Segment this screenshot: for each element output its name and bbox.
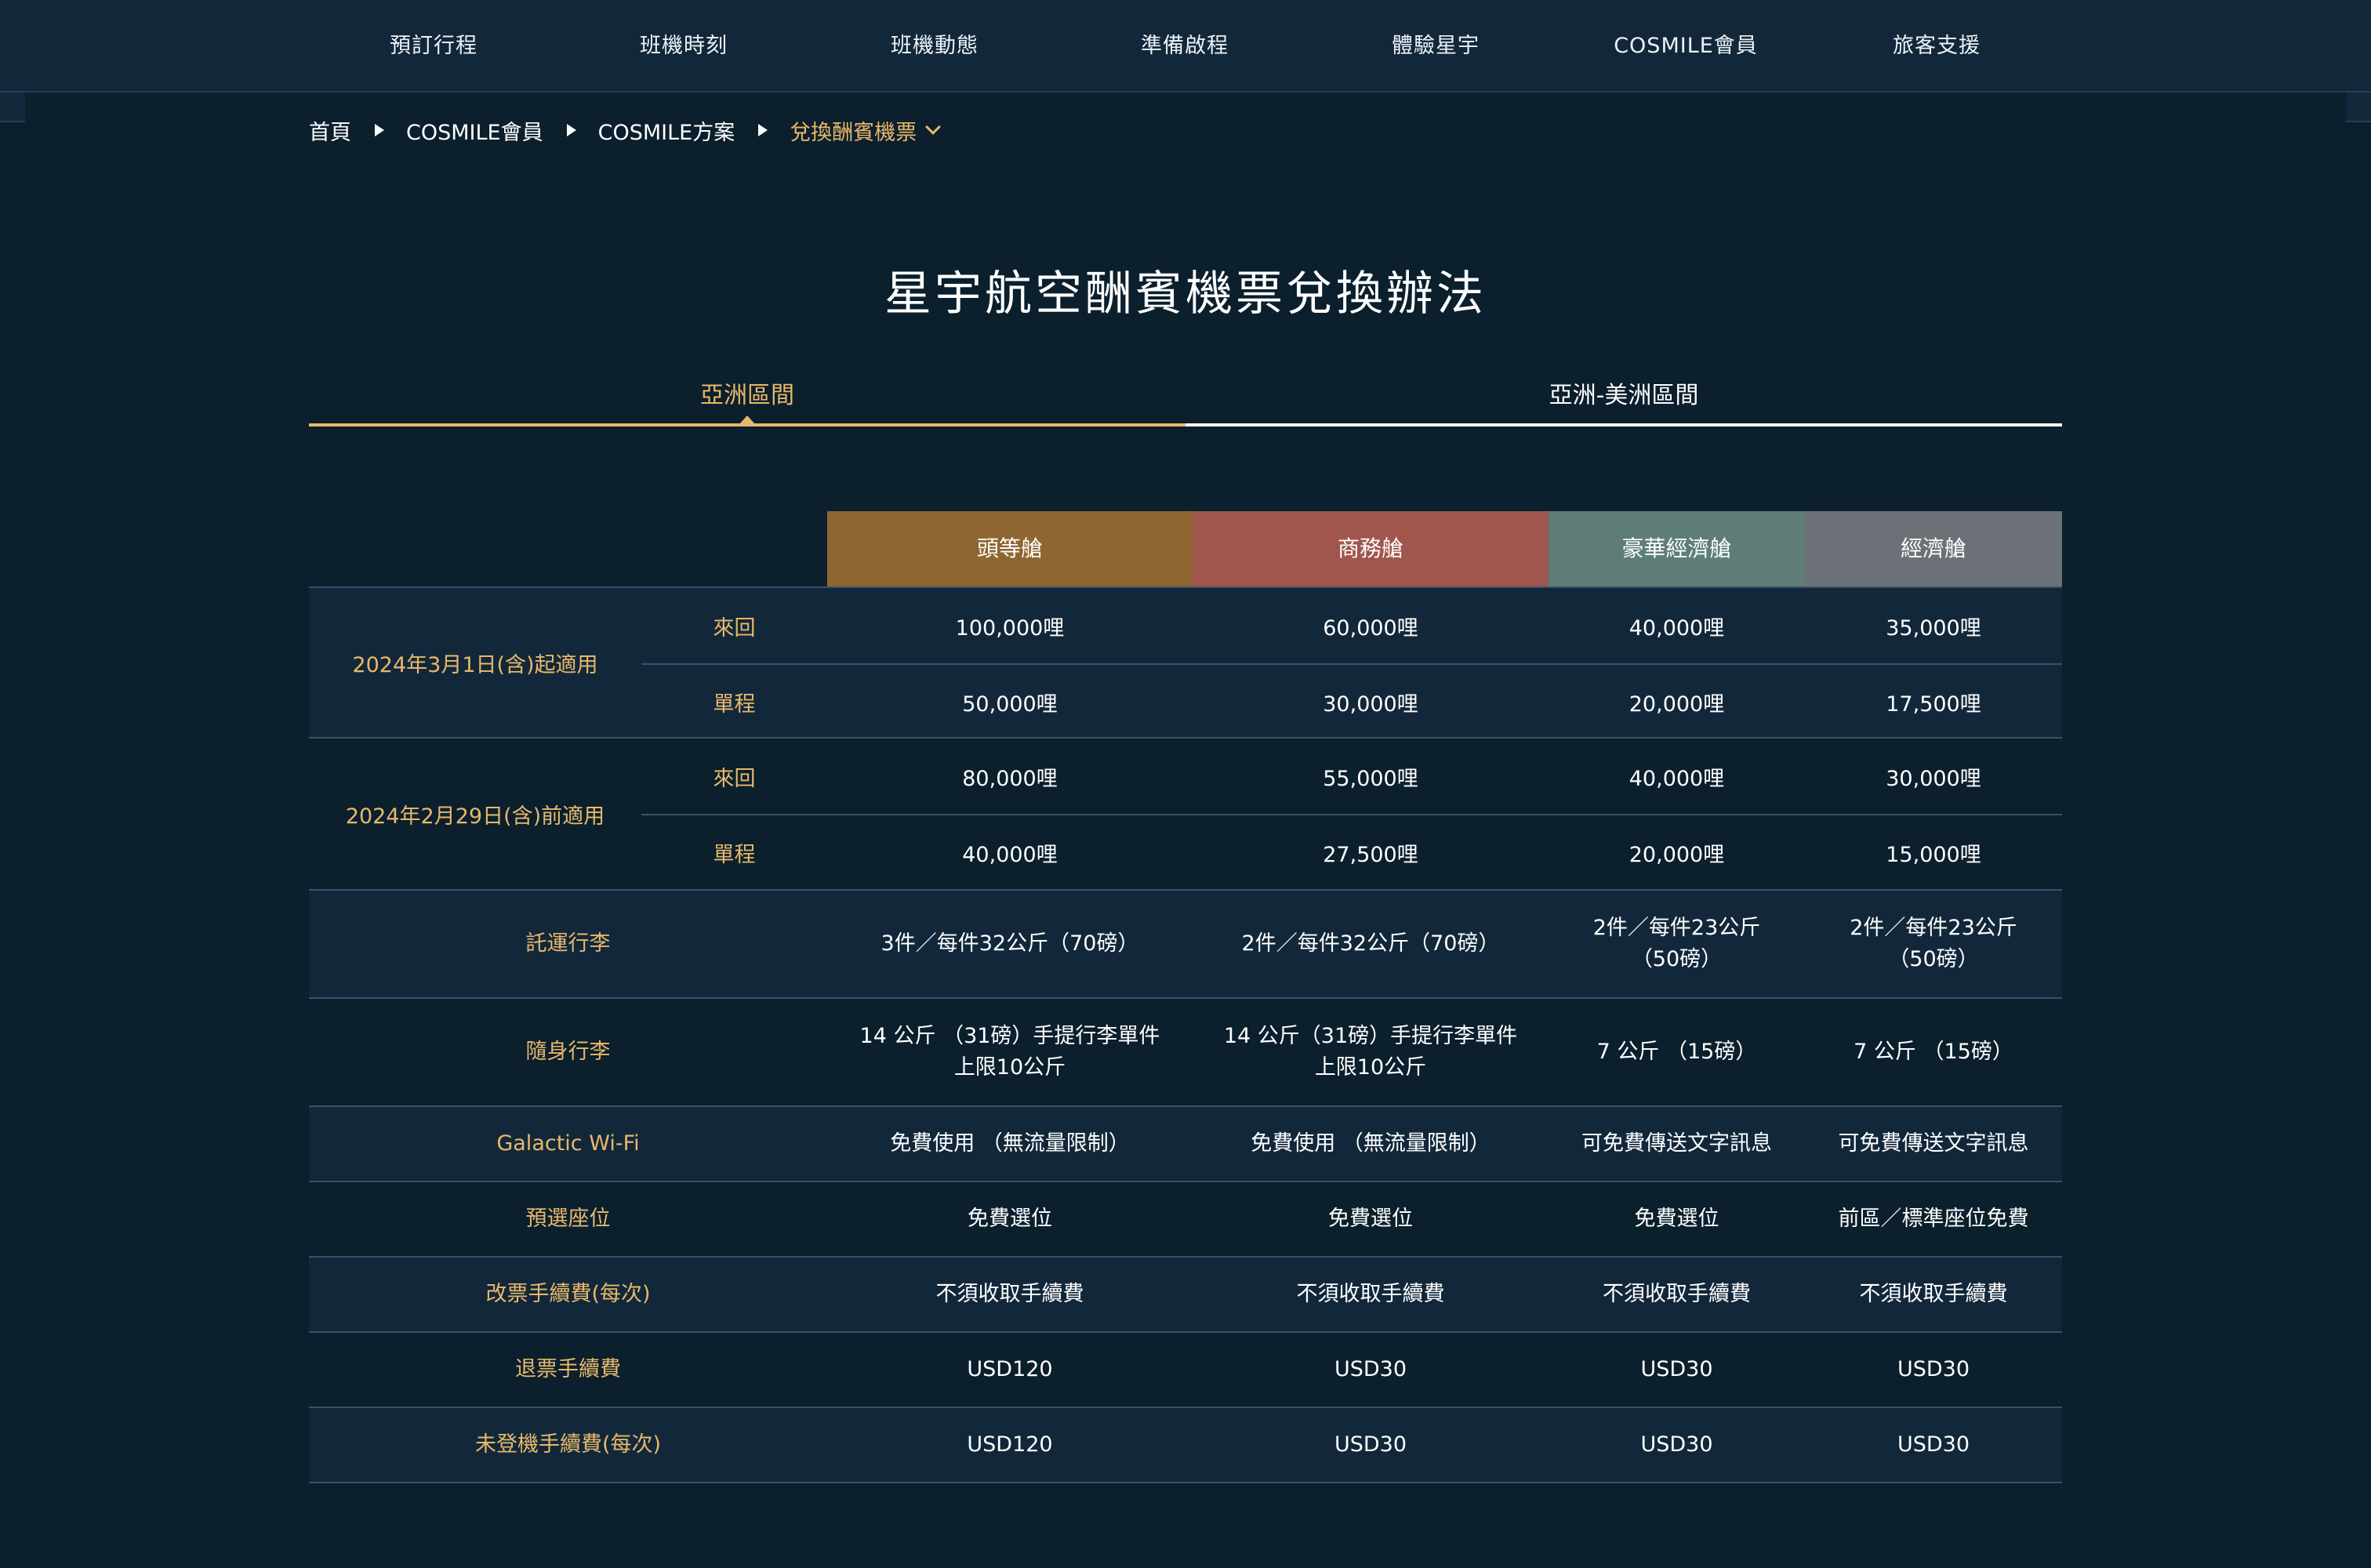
nav-corner-left [0, 93, 25, 122]
row-label: 退票手續費 [515, 1357, 621, 1381]
table-cell: 可免費傳送文字訊息 [1581, 1131, 1772, 1156]
table-row-no-show-fee: 未登機手續費(每次) USD120 USD30 USD30 USD30 [309, 1408, 2062, 1483]
breadcrumb-current-dropdown[interactable]: 兌換酬賓機票 [790, 115, 942, 146]
breadcrumb-cosmile-plan[interactable]: COSMILE方案 [598, 115, 735, 146]
table-cell: 前區／標準座位免費 [1838, 1207, 2029, 1231]
table-cell: USD30 [1334, 1432, 1407, 1457]
table-cell: 免費使用 （無流量限制） [1251, 1131, 1490, 1156]
table-cell: USD120 [967, 1432, 1053, 1457]
fare-table: 頭等艙 商務艙 豪華經濟艙 經濟艙 2024年3月1日(含)起適用 來回 100… [309, 511, 2062, 1483]
miles-cell: 20,000哩 [1628, 691, 1725, 717]
row-label: 改票手續費(每次) [485, 1282, 651, 1306]
breadcrumb-arrow-icon [758, 124, 768, 136]
table-cell: 不須收取手續費 [1859, 1282, 2008, 1306]
miles-cell: 27,500哩 [1323, 842, 1418, 867]
breadcrumb-current-label: 兌換酬賓機票 [790, 120, 917, 145]
miles-cell: 55,000哩 [1323, 766, 1418, 791]
table-cell: 免費選位 [1328, 1207, 1413, 1231]
table-cell: 2件／每件23公斤 （50磅） [1850, 916, 2017, 971]
miles-cell: 15,000哩 [1886, 842, 1981, 867]
breadcrumb-cosmile[interactable]: COSMILE會員 [406, 115, 543, 146]
table-cell: USD30 [1334, 1357, 1407, 1381]
table-cell: 免費使用 （無流量限制） [890, 1131, 1130, 1156]
header-business-class: 商務艙 [1193, 511, 1549, 586]
row-label: 隨身行李 [525, 1040, 611, 1064]
table-cell: 不須收取手續費 [935, 1282, 1084, 1306]
miles-cell: 20,000哩 [1628, 842, 1725, 867]
row-label: Galactic Wi-Fi [496, 1131, 640, 1156]
oneway-row: 單程 40,000哩 27,500哩 20,000哩 15,000哩 [309, 814, 2062, 891]
table-cell: 不須收取手續費 [1296, 1282, 1445, 1306]
table-cell: USD30 [1897, 1432, 1970, 1457]
miles-cell: 17,500哩 [1886, 691, 1981, 717]
miles-cell: 40,000哩 [962, 842, 1058, 867]
chevron-down-icon [925, 119, 942, 135]
miles-cell: 35,000哩 [1886, 615, 1981, 641]
row-label: 未登機手續費(每次) [474, 1432, 662, 1457]
nav-item-timetable[interactable]: 班機時刻 [640, 0, 728, 93]
table-cell: 7 公斤 （15磅） [1596, 1040, 1757, 1064]
table-row-refund-fee: 退票手續費 USD120 USD30 USD30 USD30 [309, 1333, 2062, 1408]
breadcrumb-arrow-icon [375, 124, 384, 136]
trip-type-label: 來回 [713, 766, 756, 791]
header-premium-economy: 豪華經濟艙 [1549, 511, 1805, 586]
miles-cell: 30,000哩 [1323, 691, 1418, 717]
table-cell: USD30 [1640, 1432, 1713, 1457]
period-group: 2024年2月29日(含)前適用 來回 80,000哩 55,000哩 40,0… [309, 739, 2062, 891]
roundtrip-row: 來回 100,000哩 60,000哩 40,000哩 35,000哩 [309, 588, 2062, 663]
active-tab-indicator-icon [739, 416, 755, 424]
table-row-checked-baggage: 託運行李 3件／每件32公斤（70磅） 2件／每件32公斤（70磅） 2件／每件… [309, 891, 2062, 999]
row-label: 託運行李 [525, 931, 611, 956]
table-row-wifi: Galactic Wi-Fi 免費使用 （無流量限制） 免費使用 （無流量限制）… [309, 1107, 2062, 1182]
table-header: 頭等艙 商務艙 豪華經濟艙 經濟艙 [309, 511, 2062, 586]
table-cell: USD120 [967, 1357, 1053, 1381]
miles-cell: 40,000哩 [1628, 766, 1725, 791]
nav-item-cosmile[interactable]: COSMILE會員 [1614, 0, 1758, 93]
table-cell: 14 公斤（31磅）手提行李單件 上限10公斤 [1223, 1024, 1518, 1080]
table-cell: 3件／每件32公斤（70磅） [881, 931, 1139, 956]
miles-cell: 80,000哩 [962, 766, 1058, 791]
page-title: 星宇航空酬賓機票兌換辦法 [884, 267, 1487, 321]
miles-cell: 50,000哩 [962, 691, 1058, 717]
header-first-class: 頭等艙 [827, 511, 1193, 586]
miles-cell: 30,000哩 [1886, 766, 1981, 791]
table-cell: 免費選位 [1634, 1207, 1719, 1231]
miles-cell: 100,000哩 [955, 615, 1065, 641]
region-tabs: 亞洲區間 亞洲-美洲區間 [309, 368, 2062, 426]
roundtrip-row: 來回 80,000哩 55,000哩 40,000哩 30,000哩 [309, 739, 2062, 814]
nav-item-experience[interactable]: 體驗星宇 [1392, 0, 1480, 93]
breadcrumb: 首頁 COSMILE會員 COSMILE方案 兌換酬賓機票 [309, 114, 942, 146]
top-navigation: 預訂行程 班機時刻 班機動態 準備啟程 體驗星宇 COSMILE會員 旅客支援 [0, 0, 2371, 93]
nav-item-booking[interactable]: 預訂行程 [390, 0, 477, 93]
table-cell: 2件／每件23公斤 （50磅） [1592, 916, 1761, 971]
nav-corner-right [2346, 93, 2371, 122]
breadcrumb-home[interactable]: 首頁 [309, 115, 351, 146]
table-row-carry-on: 隨身行李 14 公斤 （31磅）手提行李單件 上限10公斤 14 公斤（31磅）… [309, 999, 2062, 1107]
nav-item-prepare-trip[interactable]: 準備啟程 [1141, 0, 1229, 93]
oneway-row: 單程 50,000哩 30,000哩 20,000哩 17,500哩 [309, 663, 2062, 740]
table-cell: 7 公斤 （15磅） [1854, 1040, 2013, 1064]
table-cell: 可免費傳送文字訊息 [1838, 1131, 2029, 1156]
trip-type-label: 來回 [713, 615, 756, 641]
table-cell: 2件／每件32公斤（70磅） [1241, 931, 1500, 956]
breadcrumb-arrow-icon [566, 124, 576, 136]
trip-type-label: 單程 [713, 842, 756, 867]
header-economy: 經濟艙 [1805, 511, 2062, 586]
miles-cell: 40,000哩 [1628, 615, 1725, 641]
table-row-change-fee: 改票手續費(每次) 不須收取手續費 不須收取手續費 不須收取手續費 不須收取手續… [309, 1258, 2062, 1333]
table-cell: USD30 [1640, 1357, 1713, 1381]
tab-asia-americas[interactable]: 亞洲-美洲區間 [1186, 368, 2062, 423]
table-cell: USD30 [1897, 1357, 1970, 1381]
nav-item-flight-status[interactable]: 班機動態 [891, 0, 979, 93]
table-cell: 不須收取手續費 [1603, 1282, 1751, 1306]
miles-cell: 60,000哩 [1323, 615, 1418, 641]
table-row-seat-selection: 預選座位 免費選位 免費選位 免費選位 前區／標準座位免費 [309, 1182, 2062, 1258]
table-cell: 14 公斤 （31磅）手提行李單件 上限10公斤 [859, 1024, 1160, 1080]
trip-type-label: 單程 [713, 691, 756, 717]
period-group: 2024年3月1日(含)起適用 來回 100,000哩 60,000哩 40,0… [309, 586, 2062, 739]
table-cell: 免費選位 [968, 1207, 1052, 1231]
nav-item-support[interactable]: 旅客支援 [1893, 0, 1981, 93]
row-label: 預選座位 [525, 1207, 611, 1231]
tab-underline [1186, 423, 2062, 426]
